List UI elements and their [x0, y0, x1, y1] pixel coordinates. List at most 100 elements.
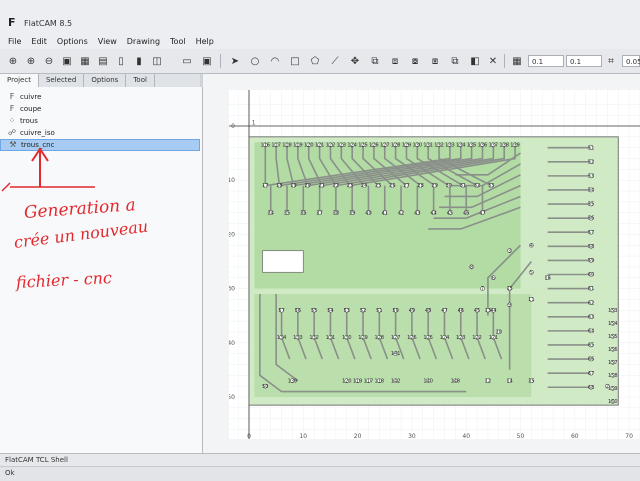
shell-bar[interactable]: FlatCAM TCL Shell	[0, 453, 640, 467]
copy-icon[interactable]: ⧉	[368, 54, 382, 68]
pad-label: 44	[430, 210, 436, 216]
pad-label: 26	[389, 183, 395, 189]
path-icon[interactable]: ⟋	[328, 54, 342, 68]
pad-label: 31	[460, 183, 466, 189]
pad-label: 42	[398, 210, 404, 216]
pad-label: 118	[375, 378, 385, 384]
grid-icon[interactable]: ▦	[510, 54, 524, 68]
snap-max-input[interactable]: 0.05	[622, 55, 640, 67]
grid-x-input[interactable]: 0.1	[528, 55, 564, 67]
tab-options[interactable]: Options	[84, 74, 127, 87]
zoom-out-icon[interactable]: ⊖	[42, 54, 56, 68]
pad-label: 122	[326, 143, 336, 149]
x-tick-label: 40	[462, 433, 470, 439]
pad-label: 136	[478, 143, 488, 149]
pad-label: 10	[496, 330, 502, 336]
zoom-in-icon[interactable]: ⊕	[24, 54, 38, 68]
pad-label: 117	[364, 378, 374, 384]
pad-label: 27	[403, 183, 409, 189]
object-item-cuivre[interactable]: F cuivre	[8, 92, 42, 102]
menu-view[interactable]: View	[98, 37, 117, 46]
menu-options[interactable]: Options	[57, 37, 88, 46]
pad-label: 130	[413, 143, 423, 149]
clear-plot-icon[interactable]: ▦	[78, 54, 92, 68]
pad-label: 25	[375, 183, 381, 189]
toolbar: ⊕ ⊕ ⊖ ▣ ▦ ▤ ▯ ▮ ◫ ▭ ▣ ➤ ○ ◠ □ ⬠ ⟋ ✥ ⧉ ⧈ …	[0, 49, 640, 74]
pad-label: 30	[446, 183, 452, 189]
move-icon[interactable]: ✥	[348, 54, 362, 68]
union-icon[interactable]: ⧈	[388, 54, 402, 68]
tab-tool[interactable]: Tool	[126, 74, 155, 87]
menu-file[interactable]: File	[8, 37, 21, 46]
pad-label: 16	[544, 275, 550, 281]
copy-object-icon[interactable]: ▭	[180, 54, 194, 68]
menu-help[interactable]: Help	[196, 37, 214, 46]
buffer-icon[interactable]: ◧	[468, 54, 482, 68]
object-item-cuivre-iso[interactable]: ☍ cuivre_iso	[8, 128, 55, 138]
arc-icon[interactable]: ◠	[268, 54, 282, 68]
shell-label: FlatCAM TCL Shell	[5, 456, 68, 464]
pad-label: 56	[295, 308, 301, 314]
x-tick-label: 50	[517, 433, 525, 439]
gerber-icon: F	[9, 92, 15, 101]
pad-label: 127	[380, 143, 390, 149]
intersection-icon[interactable]: ⧇	[408, 54, 422, 68]
new-file-icon[interactable]: ▯	[114, 54, 128, 68]
object-name: cuivre_iso	[20, 129, 55, 137]
shell-icon[interactable]: ▣	[200, 54, 214, 68]
snap-icon[interactable]: ⌗	[604, 54, 618, 68]
rectangle-icon[interactable]: □	[288, 54, 302, 68]
object-item-coupe[interactable]: F coupe	[8, 104, 42, 114]
pad-label: 117	[271, 143, 281, 149]
menu-drawing[interactable]: Drawing	[127, 37, 160, 46]
pad-label: 123	[337, 143, 347, 149]
pad-label: 121	[315, 143, 325, 149]
grid-y-input[interactable]: 0.1	[566, 55, 602, 67]
pad-label: 128	[375, 335, 385, 341]
polygon-icon[interactable]: ⬠	[308, 54, 322, 68]
pad-label: 63	[588, 314, 594, 320]
pad-label: 133	[293, 335, 303, 341]
menu-bar: File Edit Options View Drawing Tool Help	[0, 34, 640, 49]
y-tick-label: -40	[229, 340, 235, 347]
pad-label: 119	[293, 143, 303, 149]
replot-icon[interactable]: ▣	[60, 54, 74, 68]
pad-label: 8	[470, 265, 473, 271]
plot-area[interactable]: 0102030405060700-10-20-30-40-50111611711…	[203, 74, 640, 453]
object-item-trous[interactable]: ⁘ trous	[8, 116, 38, 126]
pad-label: 125	[423, 335, 433, 341]
pad-label: 35	[284, 210, 290, 216]
pad-label: 51	[588, 145, 594, 151]
pad-label: 37	[316, 210, 322, 216]
tab-selected[interactable]: Selected	[39, 74, 85, 87]
menu-tool[interactable]: Tool	[170, 37, 186, 46]
pad-label: 47	[479, 210, 485, 216]
menu-edit[interactable]: Edit	[31, 37, 47, 46]
pad-label: 11	[528, 297, 534, 303]
plot-canvas[interactable]: 0102030405060700-10-20-30-40-50111611711…	[225, 90, 640, 441]
object-name: coupe	[20, 105, 42, 113]
subtraction-icon[interactable]: ⧆	[428, 54, 442, 68]
zoom-fit-icon[interactable]: ⊕	[6, 54, 20, 68]
title-bar: F FlatCAM 8.5	[0, 0, 640, 34]
pad-label: 155	[608, 334, 618, 340]
pad-label: 56	[588, 216, 594, 222]
pad-label: 124	[440, 335, 450, 341]
new-geometry-icon[interactable]: ▤	[96, 54, 110, 68]
toolbar-separator	[220, 54, 221, 68]
pad-label: 124	[347, 143, 357, 149]
cut-icon[interactable]: ⧉	[448, 54, 462, 68]
excellon-icon: ⁘	[8, 116, 16, 125]
select-icon[interactable]: ➤	[228, 54, 242, 68]
pad-label: 132	[309, 335, 319, 341]
circle-icon[interactable]: ○	[248, 54, 262, 68]
delete-shape-icon[interactable]: ✕	[486, 54, 500, 68]
pad-label: 57	[278, 308, 284, 314]
pcb-plot[interactable]: 0102030405060700-10-20-30-40-50111611711…	[225, 90, 640, 441]
tab-project[interactable]: Project	[0, 74, 39, 87]
pad-label: 131	[423, 143, 433, 149]
edit-geometry-icon[interactable]: ◫	[150, 54, 164, 68]
gerber-icon: F	[9, 104, 15, 113]
delete-icon[interactable]: ▮	[132, 54, 146, 68]
pad-label: 19	[290, 183, 296, 189]
